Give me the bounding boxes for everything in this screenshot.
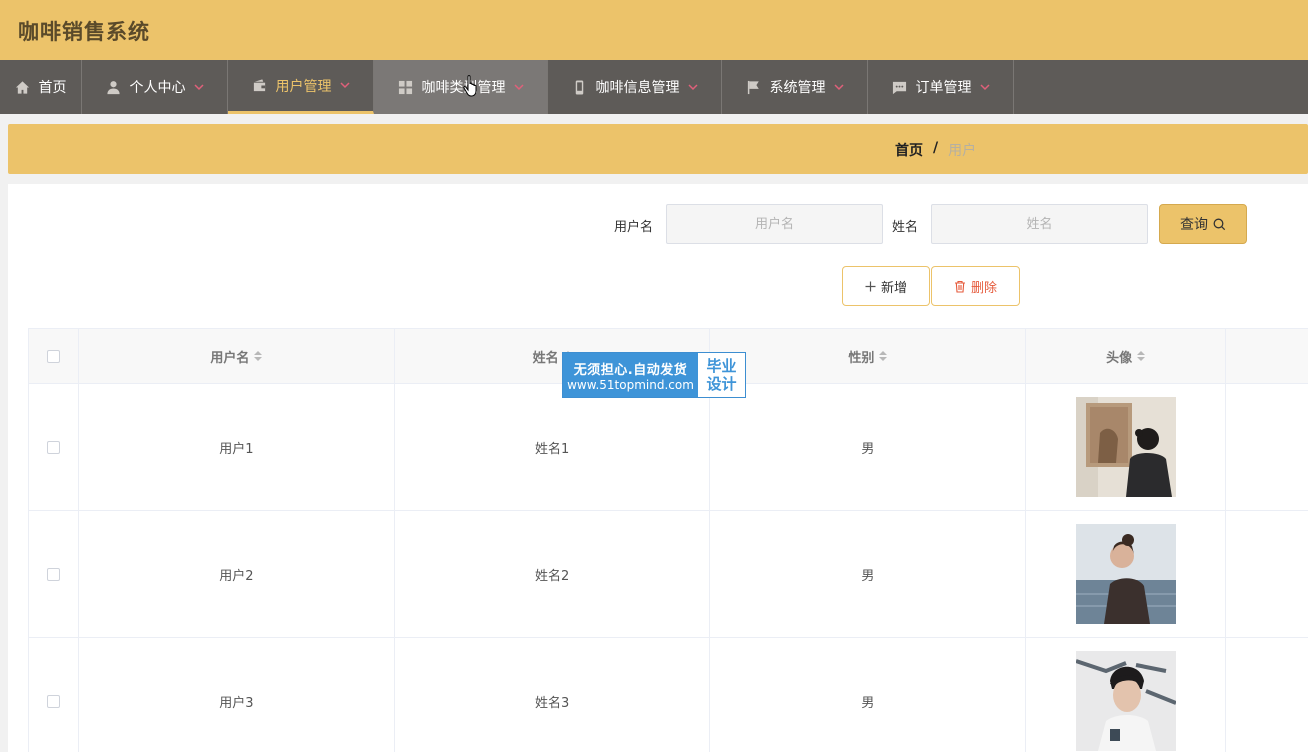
cell-username: 用户1: [79, 384, 395, 510]
query-button-label: 查询: [1180, 217, 1208, 233]
cell-name: 姓名3: [395, 638, 711, 752]
watermark-badge: 无须担心.自动发货 www.51topmind.com 毕业 设计: [562, 352, 746, 398]
cell-gender: 男: [710, 384, 1027, 510]
breadcrumb-home-link[interactable]: 首页: [895, 140, 923, 160]
add-button[interactable]: 新增: [842, 266, 930, 306]
add-button-label: 新增: [880, 280, 907, 296]
wallet-icon: [252, 78, 268, 94]
row-checkbox[interactable]: [46, 440, 60, 454]
nav-item-coffee-type-management[interactable]: 咖啡类型管理: [374, 60, 548, 114]
nav-item-label: 订单管理: [915, 80, 972, 96]
delete-button-label: 删除: [970, 280, 997, 296]
cell-username: 用户3: [79, 638, 395, 752]
table-row: 用户3 姓名3 男: [29, 638, 1308, 752]
trash-icon: [954, 280, 965, 293]
chevron-down-icon: [339, 82, 350, 89]
plus-icon: [865, 281, 876, 291]
username-label: 用户名: [614, 220, 654, 235]
watermark-line2: www.51topmind.com: [567, 377, 694, 392]
nav-item-personal-center[interactable]: 个人中心: [82, 60, 228, 114]
user-icon: [106, 79, 122, 95]
cell-gender: 男: [710, 638, 1027, 752]
home-icon: [15, 79, 31, 95]
column-header-avatar[interactable]: 头像: [1026, 329, 1227, 383]
column-header-actions: [1226, 329, 1308, 383]
sort-icon[interactable]: [254, 351, 263, 361]
nav-item-label: 首页: [38, 80, 67, 96]
nav-item-coffee-info-management[interactable]: 咖啡信息管理: [548, 60, 722, 114]
name-label: 姓名: [892, 220, 919, 235]
content-panel: 用户名 姓名 查询 新增 删除 用户名 姓名 性别 头像 用户1 姓名1 男: [8, 184, 1308, 752]
table-row: 用户1 姓名1 男: [29, 384, 1308, 511]
hand-cursor-icon: [463, 75, 477, 97]
cell-gender: 男: [710, 511, 1027, 637]
table-row: 用户2 姓名2 男: [29, 511, 1308, 638]
query-button[interactable]: 查询: [1159, 204, 1247, 244]
sort-icon[interactable]: [879, 351, 888, 361]
column-header-username[interactable]: 用户名: [79, 329, 395, 383]
chevron-down-icon: [513, 83, 524, 91]
avatar: [1075, 524, 1176, 624]
chevron-down-icon: [193, 83, 204, 91]
watermark-badge1: 毕业: [706, 357, 737, 375]
delete-button[interactable]: 删除: [931, 266, 1020, 306]
top-header: 咖啡销售系统: [0, 0, 1308, 60]
nav-item-order-management[interactable]: 订单管理: [868, 60, 1014, 114]
column-header-gender[interactable]: 性别: [710, 329, 1027, 383]
username-search-input[interactable]: [666, 204, 883, 244]
cell-username: 用户2: [79, 511, 395, 637]
cell-name: 姓名2: [395, 511, 711, 637]
cell-name: 姓名1: [395, 384, 711, 510]
row-checkbox[interactable]: [46, 694, 60, 708]
sort-icon[interactable]: [1137, 351, 1146, 361]
breadcrumb: 首页 / 用户: [8, 124, 1308, 174]
nav-item-user-management[interactable]: 用户管理: [228, 60, 374, 114]
nav-item-label: 系统管理: [769, 80, 826, 96]
flag-icon: [746, 79, 762, 95]
mobile-icon: [572, 79, 588, 95]
app-title: 咖啡销售系统: [18, 20, 150, 44]
avatar: [1075, 651, 1176, 751]
watermark-line1: 无须担心.自动发货: [573, 362, 688, 378]
chevron-down-icon: [979, 83, 990, 91]
watermark-badge2: 设计: [706, 375, 737, 393]
avatar: [1075, 397, 1176, 497]
grid-icon: [398, 79, 414, 95]
search-icon: [1213, 218, 1226, 230]
main-nav: 首页 个人中心 用户管理 咖啡类型管理 咖啡信息管理 系统管理 订单管理: [0, 60, 1308, 114]
breadcrumb-separator: /: [933, 140, 939, 156]
chevron-down-icon: [687, 83, 698, 91]
nav-item-label: 个人中心: [129, 80, 186, 96]
select-all-checkbox[interactable]: [46, 349, 60, 363]
message-icon: [892, 79, 908, 95]
row-checkbox[interactable]: [46, 567, 60, 581]
chevron-down-icon: [833, 83, 844, 91]
nav-item-home[interactable]: 首页: [0, 60, 82, 114]
nav-item-system-management[interactable]: 系统管理: [722, 60, 868, 114]
nav-item-label: 用户管理: [275, 78, 332, 95]
name-search-input[interactable]: [931, 204, 1148, 244]
nav-item-label: 咖啡信息管理: [595, 80, 680, 96]
breadcrumb-current: 用户: [948, 143, 977, 159]
